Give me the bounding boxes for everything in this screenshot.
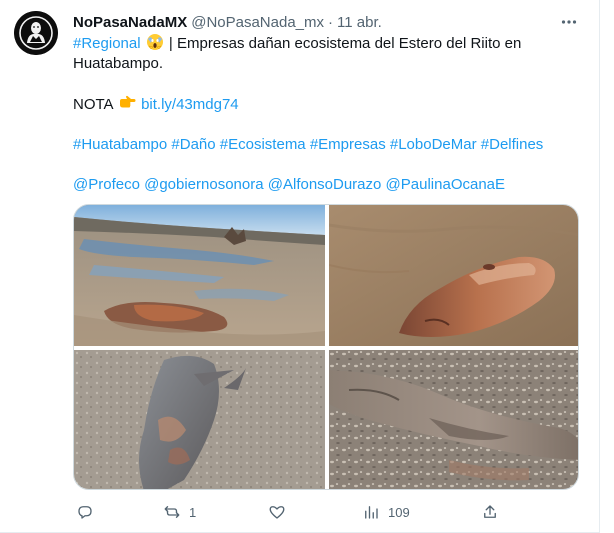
tweet[interactable]: NoPasaNadaMX @NoPasaNada_mx · 11 abr. #R… [0, 0, 600, 533]
tweet-text: #Regional | Empresas dañan ecosistema de… [73, 33, 583, 195]
photo-shell-beach-carcass[interactable] [329, 350, 578, 489]
hashtag-delfines[interactable]: #Delfines [481, 136, 544, 153]
avatar[interactable] [14, 11, 58, 55]
like-button[interactable] [268, 501, 294, 523]
views-count: 109 [388, 504, 410, 520]
tweet-header: NoPasaNadaMX @NoPasaNada_mx · 11 abr. [73, 12, 382, 32]
tweet-line-nota: NOTA bit.ly/43mdg74 [73, 94, 583, 115]
hashtag-line: #Huatabampo #Daño #Ecosistema #Empresas … [73, 135, 583, 155]
tweet-text-1a: | Empresas dañan ecosistema del Estero d… [168, 35, 522, 52]
photo-shoreline-carcass[interactable] [74, 205, 325, 346]
retweet-icon [164, 506, 180, 518]
reply-icon [78, 506, 92, 519]
mention-profeco[interactable]: @Profeco [73, 176, 140, 193]
views-chart-icon [365, 506, 378, 519]
tweet-line-1: #Regional | Empresas dañan ecosistema de… [73, 33, 583, 54]
share-button[interactable] [481, 501, 499, 523]
photo-carcass-closeup[interactable] [329, 205, 578, 346]
retweet-button[interactable]: 1 [163, 501, 196, 523]
heart-icon [269, 506, 285, 519]
hashtag-huatabampo[interactable]: #Huatabampo [73, 136, 167, 153]
display-name[interactable]: NoPasaNadaMX [73, 14, 187, 31]
share-icon [484, 505, 496, 518]
tweet-text-1b: Huatabampo. [73, 55, 164, 72]
mention-gobiernosonora[interactable]: @gobiernosonora [144, 176, 263, 193]
more-dots-icon[interactable] [556, 9, 582, 35]
media-grid [73, 204, 579, 490]
pointing-right-icon [119, 95, 136, 108]
tweet-actions: 1 109 [73, 501, 503, 523]
tweet-timestamp[interactable]: 11 abr. [337, 14, 382, 31]
hashtag-lobodemar[interactable]: #LoboDeMar [390, 136, 477, 153]
mention-paulinaocanae[interactable]: @PaulinaOcanaE [386, 176, 505, 193]
views-button[interactable]: 109 [362, 501, 410, 523]
nota-label: NOTA [73, 96, 113, 113]
photo-dolphin-carcass[interactable] [74, 350, 325, 489]
reply-button[interactable] [76, 501, 102, 523]
mention-line: @Profeco @gobiernosonora @AlfonsoDurazo … [73, 175, 583, 195]
user-handle[interactable]: @NoPasaNada_mx [191, 14, 324, 31]
face-screaming-icon [146, 34, 163, 50]
hashtag-dano[interactable]: #Daño [171, 136, 215, 153]
mention-alfonsodurazo[interactable]: @AlfonsoDurazo [268, 176, 382, 193]
hashtag-ecosistema[interactable]: #Ecosistema [220, 136, 306, 153]
separator-dot: · [328, 13, 334, 31]
short-link[interactable]: bit.ly/43mdg74 [141, 96, 239, 113]
hashtag-regional[interactable]: #Regional [73, 35, 141, 52]
retweet-count: 1 [189, 504, 197, 520]
hashtag-empresas[interactable]: #Empresas [310, 136, 386, 153]
